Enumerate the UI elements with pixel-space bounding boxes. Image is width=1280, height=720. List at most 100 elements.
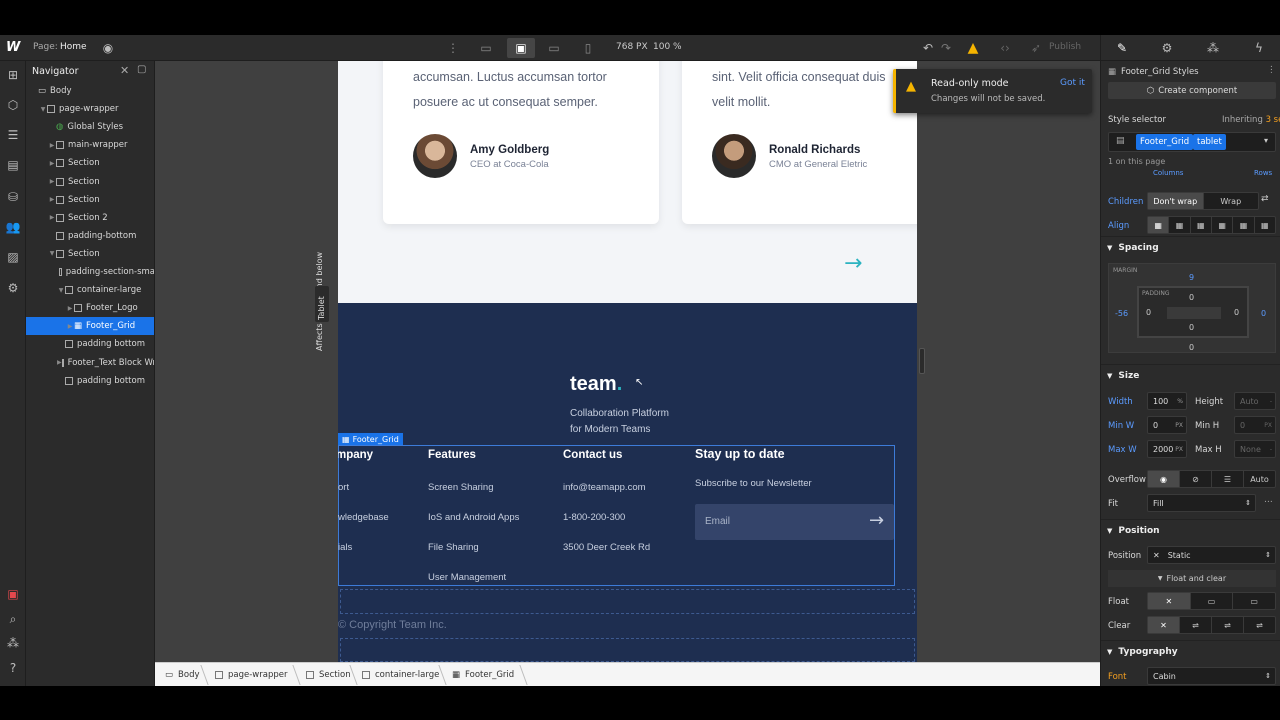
footer-link[interactable]: wledgebase (338, 512, 389, 523)
page-name[interactable]: Home (60, 42, 87, 52)
navigator-item[interactable]: ▼ container-large (26, 281, 154, 299)
publish-button[interactable]: Publish (1049, 42, 1081, 52)
footer-link[interactable]: ort (338, 482, 349, 493)
lightning-icon[interactable]: ϟ (1251, 40, 1267, 56)
breadcrumb-item[interactable]: container-large (356, 663, 439, 686)
navigator-item[interactable]: padding-bottom (26, 227, 154, 245)
scroll-icon[interactable]: ☰ (1212, 471, 1244, 487)
assets-icon[interactable]: ▨ (5, 249, 21, 265)
caret-icon[interactable]: ▼ (57, 287, 65, 294)
position-section-header[interactable]: ▼ Position (1101, 519, 1280, 541)
padding-left[interactable]: 0 (1146, 308, 1151, 317)
settings-icon[interactable]: ⚙ (5, 280, 21, 296)
margin-left[interactable]: -56 (1115, 309, 1128, 318)
spacing-section-header[interactable]: ▼ Spacing (1101, 236, 1280, 258)
caret-icon[interactable]: ▶ (48, 142, 56, 149)
size-section-header[interactable]: ▼ Size (1101, 364, 1280, 386)
margin-top[interactable]: 9 (1189, 273, 1194, 282)
height-input[interactable]: Auto - (1234, 392, 1276, 410)
symbols-icon[interactable]: ⬡ (5, 97, 21, 113)
navigator-item[interactable]: ▭ Body (26, 82, 154, 100)
navigator-item[interactable]: ▶ Footer_Text Block Wra (26, 354, 154, 372)
overflow-auto-option[interactable]: Auto (1244, 471, 1275, 487)
undo-icon[interactable]: ↶ (920, 40, 936, 56)
caret-icon[interactable]: ▶ (48, 196, 56, 203)
position-select[interactable]: ✕ Static ⇕ (1147, 546, 1276, 564)
navigator-item[interactable]: ▶ Section (26, 191, 154, 209)
caret-icon[interactable]: ▶ (66, 305, 74, 312)
margin-right[interactable]: 0 (1261, 309, 1266, 318)
create-component-button[interactable]: ⬡ Create component (1108, 82, 1276, 99)
reverse-icon[interactable]: ⇄ (1261, 194, 1269, 204)
more-horizontal-icon[interactable]: ⋯ (1264, 497, 1273, 507)
footer-link[interactable]: ials (338, 542, 352, 553)
width-input[interactable]: 100% (1147, 392, 1187, 410)
max-height-input[interactable]: None - (1234, 440, 1276, 458)
got-it-button[interactable]: Got it (1060, 78, 1085, 88)
footer-link[interactable]: File Sharing (428, 542, 479, 553)
font-select[interactable]: Cabin ⇕ (1147, 667, 1276, 685)
float-clear-toggle[interactable]: ▼ Float and clear (1108, 570, 1276, 587)
webflow-logo-icon[interactable]: W (6, 40, 20, 55)
code-icon[interactable]: ‹› (997, 40, 1013, 56)
next-arrow-icon[interactable]: → (844, 251, 862, 276)
caret-icon[interactable]: ▶ (48, 160, 56, 167)
footer-link[interactable]: 3500 Deer Creek Rd (563, 542, 650, 553)
visible-eye-icon[interactable]: ◉ (1148, 471, 1180, 487)
navigator-icon[interactable]: ☰ (5, 127, 21, 143)
breadcrumb-item[interactable]: ▦ Footer_Grid (446, 663, 514, 686)
desktop-star-icon[interactable]: ▭ (478, 40, 494, 56)
pages-icon[interactable]: ▤ (5, 157, 21, 173)
typography-section-header[interactable]: ▼ Typography (1101, 640, 1280, 662)
selector-field[interactable]: ▤ Footer_Grid tablet ▾ (1108, 132, 1276, 152)
mobile-portrait-icon[interactable]: ▯ (580, 40, 596, 56)
footer-link[interactable]: 1-800-200-300 (563, 512, 625, 523)
close-icon[interactable]: ✕ (120, 64, 129, 77)
gear-icon[interactable]: ⚙ (1159, 40, 1175, 56)
footer-link[interactable]: info@teamapp.com (563, 482, 646, 493)
clear-buttons[interactable]: ✕ ⇌ ⇌ ⇌ (1147, 616, 1276, 634)
navigator-item[interactable]: ▶ Section (26, 173, 154, 191)
hidden-icon[interactable]: ⊘ (1180, 471, 1212, 487)
email-input[interactable]: Email → (695, 504, 894, 540)
redo-icon[interactable]: ↷ (938, 40, 954, 56)
navigator-item[interactable]: ▶ main-wrapper (26, 136, 154, 154)
padding-bottom[interactable]: 0 (1189, 323, 1194, 332)
navigator-item[interactable]: padding-section-sma (26, 263, 154, 281)
navigator-item[interactable]: ▶ Footer_Logo (26, 299, 154, 317)
wrap-option[interactable]: Wrap (1204, 193, 1259, 209)
zoom-level[interactable]: 100 % (653, 42, 682, 52)
navigator-item[interactable]: padding bottom (26, 372, 154, 390)
navigator-item[interactable]: ▶ ▦ Footer_Grid (26, 317, 154, 336)
margin-bottom[interactable]: 0 (1189, 343, 1194, 352)
record-icon[interactable]: ▣ (5, 586, 21, 602)
state-tag[interactable]: tablet (1193, 134, 1226, 150)
design-canvas[interactable]: Affects 991px and below Tablet accumsan.… (155, 61, 1100, 662)
drops-icon[interactable]: ⁂ (1205, 40, 1221, 56)
community-icon[interactable]: ⁂ (5, 635, 21, 651)
caret-icon[interactable]: ▶ (48, 214, 56, 221)
more-icon[interactable]: ⋮ (1267, 65, 1276, 75)
float-buttons[interactable]: ✕ ▭ ▭ (1147, 592, 1276, 610)
dont-wrap-option[interactable]: Don't wrap (1148, 193, 1204, 209)
search-icon[interactable]: ⌕ (5, 611, 21, 627)
help-icon[interactable]: ? (5, 660, 21, 676)
navigator-item[interactable]: ◍ Global Styles (26, 118, 154, 136)
overflow-buttons[interactable]: ◉ ⊘ ☰ Auto (1147, 470, 1276, 488)
warning-icon[interactable]: ▲ (965, 40, 981, 56)
navigator-item[interactable]: ▼ Section (26, 245, 154, 263)
fit-select[interactable]: Fill ⇕ (1147, 494, 1256, 512)
chevron-down-icon[interactable]: ▾ (1264, 136, 1268, 145)
caret-icon[interactable]: ▶ (48, 178, 56, 185)
submit-arrow-icon[interactable]: → (869, 510, 884, 531)
footer-link[interactable]: IoS and Android Apps (428, 512, 519, 523)
navigator-item[interactable]: ▶ Section 2 (26, 209, 154, 227)
breakpoint-tab[interactable]: Tablet (315, 286, 329, 322)
brush-icon[interactable]: ✎ (1114, 40, 1130, 56)
navigator-item[interactable]: ▶ Section (26, 154, 154, 172)
wrap-toggle[interactable]: Don't wrap Wrap (1147, 192, 1259, 210)
more-vertical-icon[interactable]: ⋮ (445, 40, 461, 56)
footer-link[interactable]: Screen Sharing (428, 482, 493, 493)
caret-icon[interactable]: ▼ (48, 250, 56, 257)
caret-icon[interactable]: ▶ (66, 323, 74, 330)
